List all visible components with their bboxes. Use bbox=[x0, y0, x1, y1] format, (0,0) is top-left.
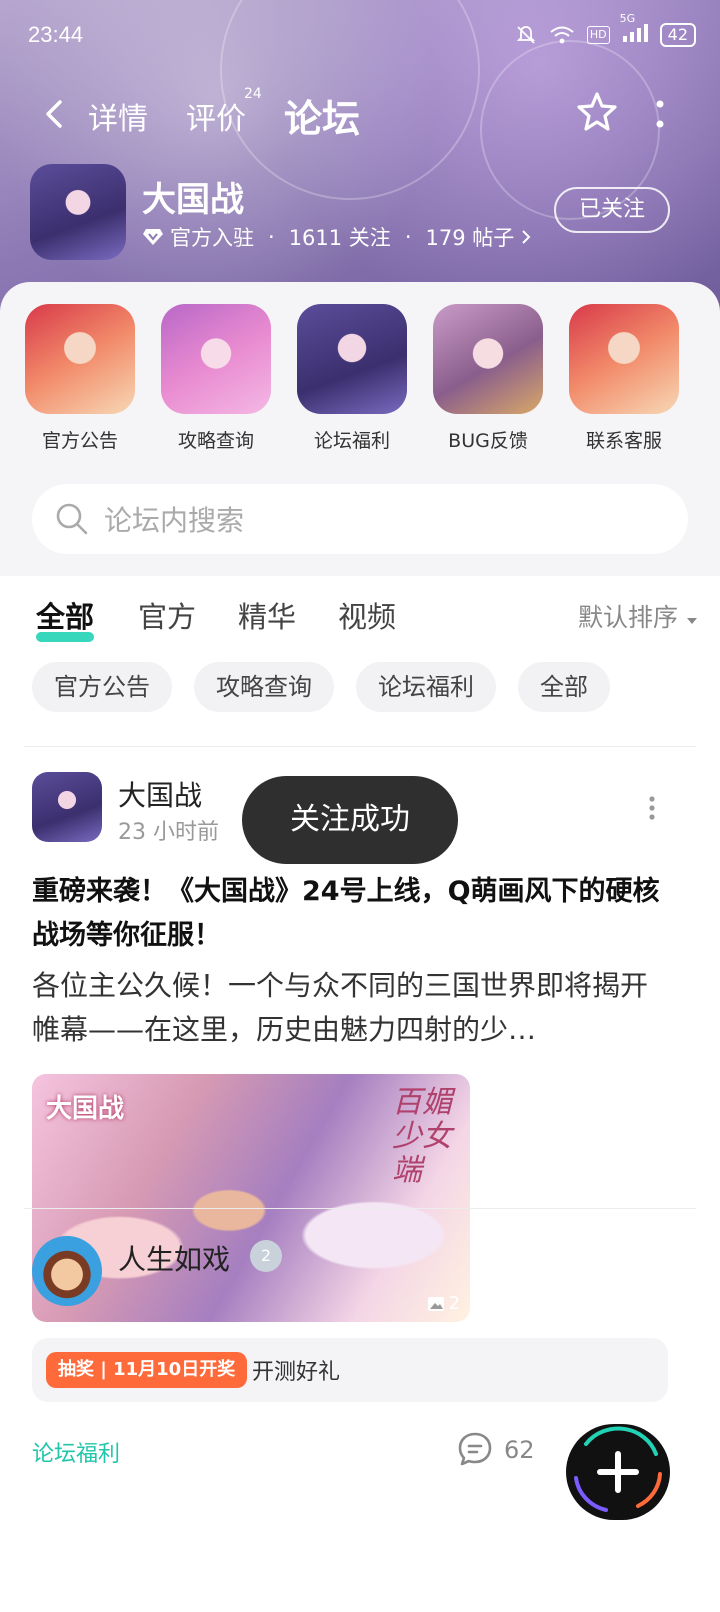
back-arrow-icon[interactable] bbox=[38, 96, 74, 132]
chevron-right-icon bbox=[522, 230, 531, 244]
search-icon bbox=[56, 503, 88, 535]
post-time: 23 小时前 bbox=[118, 820, 219, 845]
shortcut-thumb bbox=[161, 304, 271, 414]
meta-separator: · bbox=[268, 225, 275, 249]
lottery-banner[interactable]: 抽奖 | 11月10日开奖 开测好礼 bbox=[32, 1338, 668, 1402]
game-meta[interactable]: 官方入驻 · 1611 关注 · 179 帖子 bbox=[142, 222, 532, 252]
status-bar: 23:44 HD 5G 42 bbox=[0, 0, 720, 72]
post-body[interactable]: 各位主公久候！一个与众不同的三国世界即将揭开帷幕——在这里，历史由魅力四射的少… bbox=[32, 964, 672, 1052]
sort-dropdown[interactable]: 默认排序 bbox=[578, 598, 698, 634]
image-count-value: 2 bbox=[448, 1293, 460, 1314]
signal-icon: 5G bbox=[620, 12, 648, 47]
game-avatar[interactable] bbox=[30, 164, 126, 260]
mute-bell-icon bbox=[516, 25, 536, 44]
feed-tab-official[interactable]: 官方 bbox=[138, 594, 196, 636]
feed-tab-all[interactable]: 全部 bbox=[36, 594, 95, 642]
plus-icon bbox=[597, 1451, 639, 1493]
lottery-text: 开测好礼 bbox=[252, 1360, 341, 1385]
shortcut-customer-service[interactable]: 联系客服 bbox=[568, 304, 680, 453]
comment-icon[interactable] bbox=[456, 1430, 494, 1468]
image-title-art: 百媚少女端 bbox=[392, 1085, 452, 1188]
diamond-verified-icon bbox=[143, 229, 163, 245]
battery-icon: 42 bbox=[659, 22, 696, 47]
shortcut-guides[interactable]: 攻略查询 bbox=[160, 304, 272, 453]
chip-benefits[interactable]: 论坛福利 bbox=[356, 662, 496, 712]
feed-tab-video[interactable]: 视频 bbox=[338, 594, 396, 636]
chip-all[interactable]: 全部 bbox=[518, 662, 610, 712]
shortcut-bug-report[interactable]: BUG反馈 bbox=[432, 304, 544, 453]
game-name: 大国战 bbox=[142, 180, 244, 220]
shortcut-label: 论坛福利 bbox=[313, 430, 390, 452]
header-banner: 23:44 HD 5G 42 详情 评价 24 论坛 大国战 官方入驻 · 16… bbox=[0, 0, 720, 320]
more-vertical-icon[interactable] bbox=[652, 96, 668, 132]
followers-count: 1611 关注 bbox=[288, 226, 391, 250]
tab-reviews[interactable]: 评价 bbox=[186, 94, 246, 138]
divider bbox=[24, 746, 696, 747]
shortcut-thumb bbox=[297, 304, 407, 414]
level-badge: 2 bbox=[250, 1240, 282, 1272]
reviews-count-badge: 24 bbox=[244, 86, 262, 102]
posts-count: 179 帖子 bbox=[425, 226, 515, 250]
network-label: 5G bbox=[619, 12, 636, 25]
gallery-icon bbox=[427, 1296, 444, 1311]
shortcut-benefits[interactable]: 论坛福利 bbox=[296, 304, 408, 453]
status-time: 23:44 bbox=[28, 22, 84, 47]
shortcut-label: BUG反馈 bbox=[448, 430, 528, 452]
category-chips: 官方公告 攻略查询 论坛福利 全部 bbox=[32, 662, 692, 714]
image-count: 2 bbox=[427, 1293, 460, 1314]
official-badge: 官方入驻 bbox=[170, 226, 254, 250]
toast-message: 关注成功 bbox=[242, 776, 458, 864]
game-info: 大国战 官方入驻 · 1611 关注 · 179 帖子 已关注 bbox=[30, 164, 690, 260]
tab-details[interactable]: 详情 bbox=[88, 94, 148, 138]
comment-count: 62 bbox=[504, 1436, 535, 1464]
post-author[interactable]: 大国战 bbox=[118, 774, 202, 814]
forum-search-input[interactable]: 论坛内搜索 bbox=[32, 484, 688, 554]
feed-tab-label: 全部 bbox=[36, 600, 95, 634]
sort-label: 默认排序 bbox=[578, 603, 679, 632]
meta-separator: · bbox=[404, 225, 412, 249]
shortcut-thumb bbox=[433, 304, 543, 414]
divider bbox=[24, 1208, 696, 1209]
lottery-tag: 抽奖 | 11月10日开奖 bbox=[46, 1352, 248, 1388]
post2-author[interactable]: 人生如戏 bbox=[118, 1238, 230, 1278]
post-author-avatar[interactable] bbox=[32, 772, 102, 842]
shortcut-label: 官方公告 bbox=[41, 430, 118, 452]
wifi-icon bbox=[550, 26, 574, 43]
post-more-icon[interactable] bbox=[646, 794, 658, 822]
hd-icon: HD bbox=[586, 25, 610, 44]
image-logo-art: 大国战 bbox=[46, 1094, 125, 1124]
forum-panel: 官方公告 攻略查询 论坛福利 BUG反馈 联系客服 论坛内搜索 全部 官方 精华… bbox=[0, 282, 720, 1612]
shortcut-label: 联系客服 bbox=[585, 430, 662, 452]
post2-author-avatar[interactable] bbox=[32, 1236, 102, 1306]
tab-forum[interactable]: 论坛 bbox=[279, 88, 365, 143]
post-forum-tag[interactable]: 论坛福利 bbox=[32, 1436, 120, 1468]
favorite-star-icon[interactable] bbox=[575, 90, 619, 134]
shortcut-label: 攻略查询 bbox=[177, 430, 254, 452]
chip-guides[interactable]: 攻略查询 bbox=[194, 662, 334, 712]
following-button[interactable]: 已关注 bbox=[554, 187, 670, 233]
chip-announcements[interactable]: 官方公告 bbox=[32, 662, 172, 712]
create-post-button[interactable] bbox=[566, 1424, 670, 1520]
shortcut-announcements[interactable]: 官方公告 bbox=[24, 304, 136, 453]
shortcut-thumb bbox=[569, 304, 679, 414]
status-icons: HD 5G 42 bbox=[515, 12, 696, 47]
top-nav: 详情 评价 24 论坛 bbox=[0, 84, 720, 144]
search-placeholder: 论坛内搜索 bbox=[104, 504, 245, 537]
shortcut-row: 官方公告 攻略查询 论坛福利 BUG反馈 联系客服 bbox=[24, 304, 696, 454]
feed-tab-featured[interactable]: 精华 bbox=[238, 594, 296, 636]
caret-down-icon bbox=[687, 618, 697, 624]
post-title[interactable]: 重磅来袭！《大国战》24号上线，Q萌画风下的硬核战场等你征服！ bbox=[32, 870, 672, 958]
shortcut-thumb bbox=[25, 304, 135, 414]
